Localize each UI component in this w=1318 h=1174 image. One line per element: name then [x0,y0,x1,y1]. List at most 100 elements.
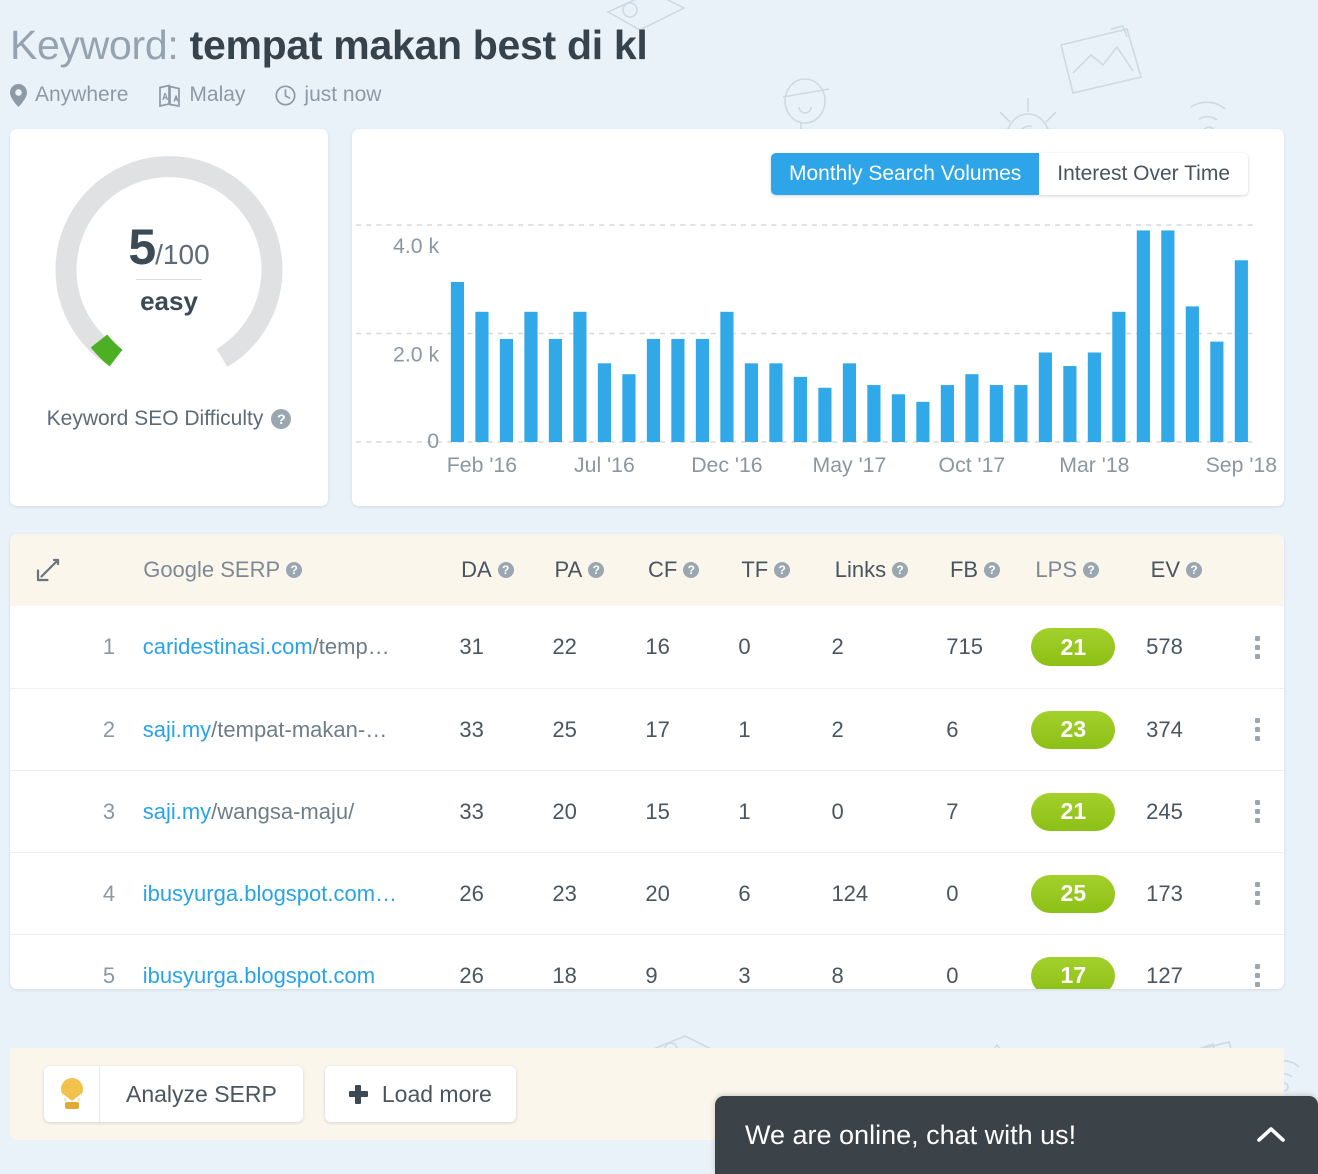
row-ev: 245 [1146,798,1183,824]
chart-bar[interactable] [1161,230,1175,442]
cf-column-header[interactable]: CF? [648,557,741,583]
table-row[interactable]: 5 ibusyurga.blogspot.com 26 18 9 3 8 0 17 127 [10,934,1284,989]
fb-help-icon[interactable]: ? [984,562,1001,578]
tf-column-header[interactable]: TF? [741,557,834,583]
expand-table-button[interactable] [10,557,86,583]
chart-bar[interactable] [671,338,685,442]
load-more-button[interactable]: Load more [324,1066,516,1122]
chart-bar[interactable] [916,401,930,442]
chart-bar[interactable] [842,363,856,442]
row-rank: 2 [102,716,116,742]
row-tf: 1 [738,798,751,824]
row-links: 2 [831,634,844,659]
row-pa: 23 [552,880,577,906]
expand-diagonal-icon [36,558,59,582]
row-path: /wangsa-maju/ [211,798,355,824]
lps-help-icon[interactable]: ? [1083,562,1100,578]
row-da: 33 [459,798,484,824]
fb-column-header[interactable]: FB? [950,557,1035,583]
row-menu-button[interactable] [1255,800,1284,823]
cf-help-icon[interactable]: ? [683,562,700,578]
ev-help-icon[interactable]: ? [1186,562,1203,578]
chart-bar[interactable] [867,385,881,442]
clock-icon [275,84,296,106]
row-fb: 715 [946,634,983,659]
row-menu-button[interactable] [1255,964,1284,987]
chart-bar[interactable] [597,363,612,442]
difficulty-caption: Keyword SEO Difficulty ? [47,407,292,431]
da-help-icon[interactable]: ? [497,562,514,578]
chart-bar[interactable] [720,311,734,442]
serp-column-header[interactable]: Google SERP? [133,557,461,583]
chevron-up-icon[interactable] [1256,1125,1286,1145]
lps-column-header[interactable]: LPS? [1035,557,1150,583]
da-column-header[interactable]: DA? [461,557,554,583]
table-row[interactable]: 1 caridestinasi.com/temp… 31 22 16 0 2 715 21 578 [10,606,1284,688]
chart-bar[interactable] [548,338,563,442]
google-serp-table: Google SERP? DA? PA? CF? TF? Links? FB? … [10,534,1284,989]
chart-bar[interactable] [769,363,783,442]
chart-bar[interactable] [1210,341,1224,442]
table-row[interactable]: 2 saji.my/tempat-makan-… 33 25 17 1 2 6 23 374 [10,688,1284,770]
links-help-icon[interactable]: ? [892,562,909,578]
chart-bar[interactable] [965,374,979,442]
table-row[interactable]: 3 saji.my/wangsa-maju/33 20 15 1 0 7 21 245 [10,770,1284,852]
keyword-difficulty-card: 5/100 easy Keyword SEO Difficulty ? [10,129,328,506]
chart-bar[interactable] [1112,311,1126,442]
serp-help-icon[interactable]: ? [286,562,303,578]
row-fb: 7 [946,798,959,824]
difficulty-help-icon[interactable]: ? [271,409,292,429]
row-cf: 16 [645,634,670,659]
chart-bar[interactable] [646,338,661,442]
y-axis-tick: 2.0 k [393,344,440,367]
pa-help-icon[interactable]: ? [588,562,605,578]
chart-bar[interactable] [524,311,538,442]
table-row[interactable]: 4 ibusyurga.blogspot.com… 26 23 20 6 124 0 25 173 [10,852,1284,934]
chart-bar[interactable] [573,311,587,442]
pa-column-header[interactable]: PA? [555,557,648,583]
row-url[interactable]: ibusyurga.blogspot.com [133,963,460,989]
chart-bar[interactable] [450,281,465,442]
row-menu-button[interactable] [1255,718,1284,741]
chart-bar[interactable] [989,385,1003,442]
row-da: 26 [459,962,484,988]
difficulty-score: 5/100 [128,222,209,272]
row-tf: 0 [738,634,751,659]
chart-bar[interactable] [1234,260,1248,442]
row-url[interactable]: ibusyurga.blogspot.com… [133,881,460,907]
chart-bar[interactable] [1014,385,1028,442]
chart-bar[interactable] [940,385,954,442]
difficulty-verdict: easy [140,285,198,316]
row-path: /temp… [312,634,390,659]
chart-bar[interactable] [622,374,636,442]
meta-language[interactable]: Malay [158,83,245,107]
tf-help-icon[interactable]: ? [774,562,791,578]
page-header: Keyword: tempat makan best di kl Anywher… [0,0,1318,107]
row-lps: 25 [1031,874,1146,913]
meta-location[interactable]: Anywhere [10,83,128,107]
translate-icon [159,83,181,107]
row-fb: 6 [946,716,959,742]
chart-bar[interactable] [1136,230,1150,442]
analyze-serp-button[interactable]: Analyze SERP [44,1066,303,1122]
row-url[interactable]: caridestinasi.com/temp… [133,634,460,660]
row-url[interactable]: saji.my/tempat-makan-… [133,717,460,743]
chat-widget[interactable]: We are online, chat with us! [715,1096,1318,1174]
row-url[interactable]: saji.my/wangsa-maju/ [133,799,460,825]
chart-bar[interactable] [1087,352,1101,442]
chart-bar[interactable] [1038,352,1052,442]
chart-bar[interactable] [475,311,489,442]
chart-bar[interactable] [1185,306,1199,442]
ev-column-header[interactable]: EV? [1151,557,1260,583]
row-menu-button[interactable] [1255,882,1284,905]
chart-bar[interactable] [818,387,832,442]
chart-bar[interactable] [695,338,710,442]
chart-bar[interactable] [793,376,807,442]
row-menu-button[interactable] [1255,635,1284,659]
chart-bar[interactable] [891,394,905,442]
chart-bar[interactable] [499,338,514,442]
meta-language-label: Malay [189,83,246,106]
links-column-header[interactable]: Links? [835,557,950,583]
chart-bar[interactable] [1063,366,1077,442]
chart-bar[interactable] [744,363,759,442]
